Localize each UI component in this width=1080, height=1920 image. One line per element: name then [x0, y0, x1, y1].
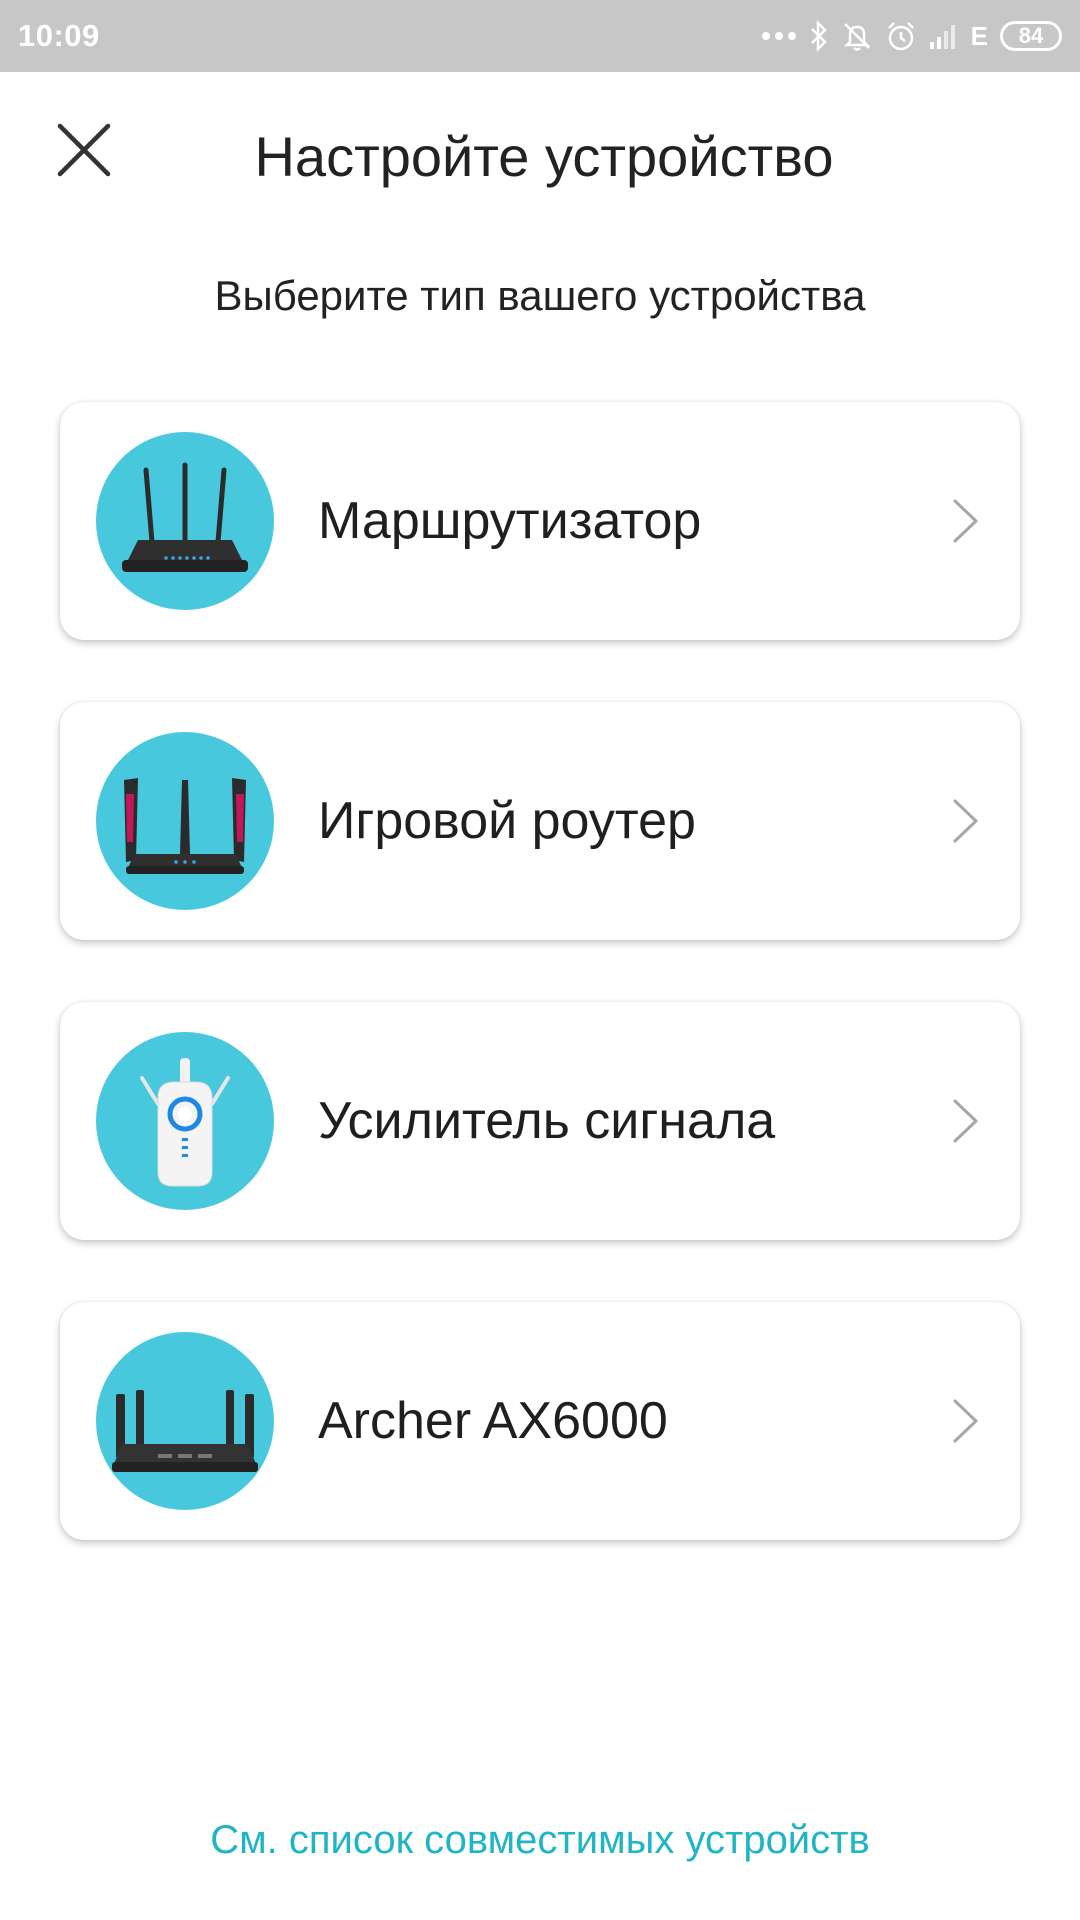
battery-icon: 84: [1000, 21, 1062, 51]
chevron-right-icon: [953, 1099, 978, 1143]
device-option-label: Archer AX6000: [318, 1392, 668, 1450]
more-dots-icon: [761, 31, 797, 41]
page-subtitle: Выберите тип вашего устройства: [214, 272, 866, 319]
gaming-router-icon: [96, 732, 274, 910]
device-option-label: Маршрутизатор: [318, 492, 702, 550]
page-title: Настройте устройство: [254, 125, 834, 188]
chevron-right-icon: [953, 799, 978, 843]
bluetooth-icon: [809, 20, 829, 52]
device-option-label: Игровой роутер: [318, 792, 696, 850]
chevron-right-icon: [953, 1399, 978, 1443]
device-option-router[interactable]: Маршрутизатор: [60, 402, 1020, 640]
chevron-right-icon: [953, 499, 978, 543]
alarm-icon: [885, 20, 917, 52]
status-bar: 10:09 E 84: [0, 0, 1080, 72]
status-icons: E 84: [761, 14, 1062, 58]
compatible-devices-link[interactable]: См. список совместимых устройств: [0, 1818, 1080, 1863]
device-option-archer-ax6000[interactable]: Archer AX6000: [60, 1302, 1020, 1540]
notifications-off-icon: [841, 20, 873, 52]
archer-ax6000-icon: [96, 1332, 274, 1510]
router-icon: [96, 432, 274, 610]
battery-level: 84: [1018, 23, 1044, 48]
range-extender-icon: [96, 1032, 274, 1210]
device-option-gaming-router[interactable]: Игровой роутер: [60, 702, 1020, 940]
device-option-label: Усилитель сигнала: [318, 1092, 776, 1150]
network-e-icon: E: [970, 20, 988, 51]
status-time: 10:09: [18, 18, 100, 53]
device-option-range-extender[interactable]: Усилитель сигнала: [60, 1002, 1020, 1240]
header: Настройте устройство: [0, 72, 1080, 242]
signal-icon: [929, 22, 959, 50]
